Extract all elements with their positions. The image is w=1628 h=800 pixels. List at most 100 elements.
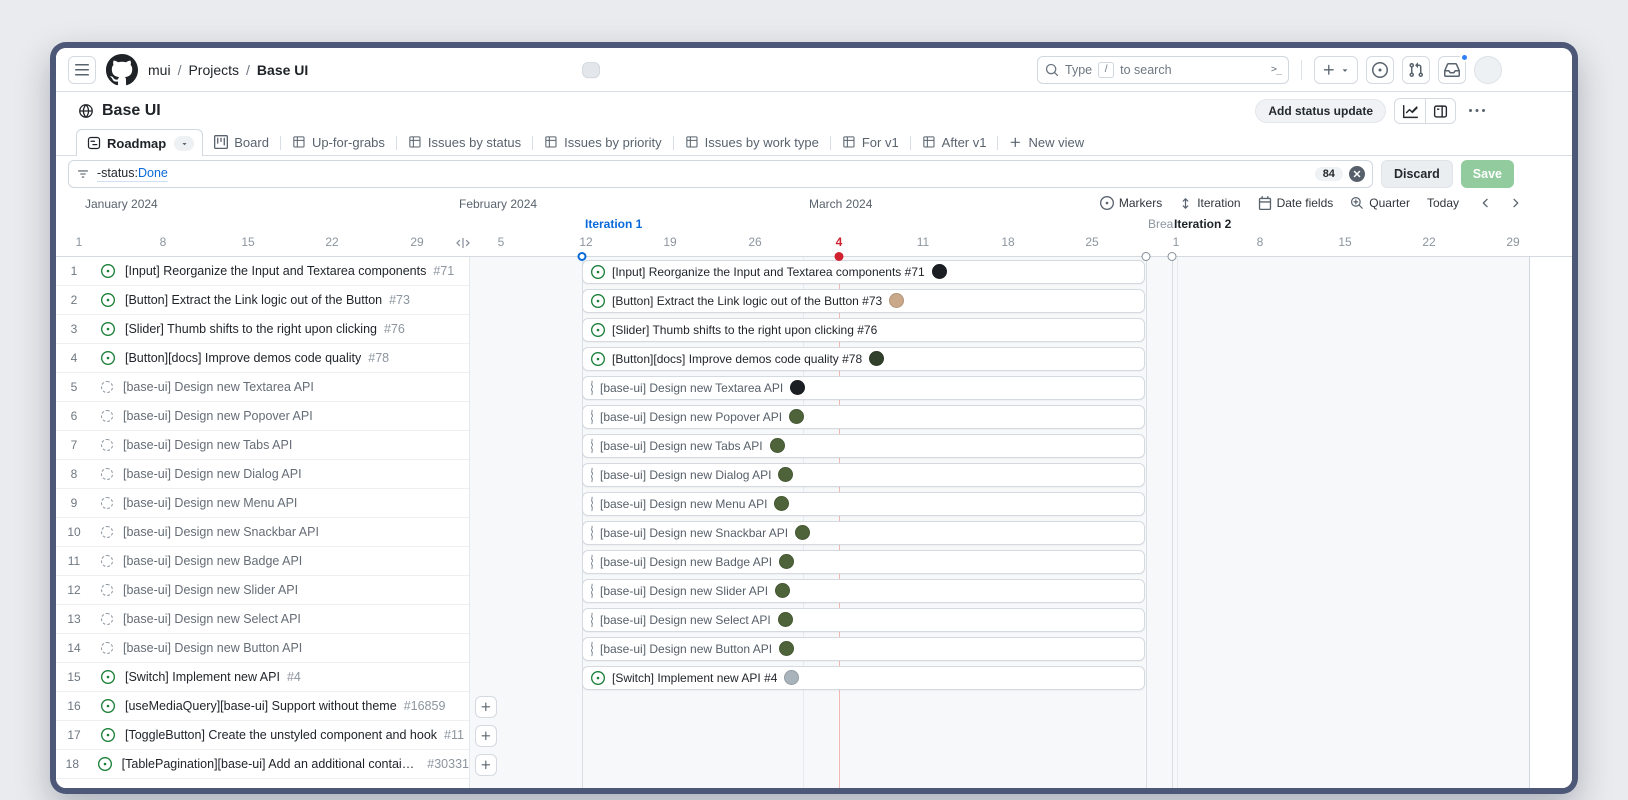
hamburger-icon xyxy=(74,62,90,78)
breadcrumb-org[interactable]: mui xyxy=(148,62,171,78)
markers-icon xyxy=(1100,196,1114,210)
timeline-bar[interactable]: [base-ui] Design new Button API xyxy=(582,637,1145,661)
user-avatar[interactable] xyxy=(1474,56,1502,84)
add-status-update-button[interactable]: Add status update xyxy=(1255,99,1386,123)
timeline-bar[interactable]: [base-ui] Design new Menu API xyxy=(582,492,1145,516)
filter-input[interactable]: -status:Done 84 xyxy=(68,160,1373,188)
github-logo[interactable] xyxy=(106,54,138,86)
issue-status-icon xyxy=(591,323,605,337)
tab-after-v1[interactable]: After v1 xyxy=(911,129,998,155)
insights-button[interactable] xyxy=(1395,99,1425,123)
breadcrumb-project-name[interactable]: Base UI xyxy=(257,62,308,78)
timeline-bar[interactable]: [base-ui] Design new Tabs API xyxy=(582,434,1145,458)
plus-icon xyxy=(480,701,492,713)
tab-for-v1[interactable]: For v1 xyxy=(831,129,910,155)
tab-roadmap[interactable]: Roadmap xyxy=(76,129,203,156)
scroll-right-button[interactable] xyxy=(1506,193,1526,213)
kebab-icon xyxy=(1469,103,1485,119)
timeline-bar[interactable]: [base-ui] Design new Dialog API xyxy=(582,463,1145,487)
iteration-field-button[interactable]: Iteration xyxy=(1179,196,1240,210)
issue-status-icon xyxy=(591,265,605,279)
tab-issues-by-work-type[interactable]: Issues by work type xyxy=(674,129,830,155)
avatar xyxy=(789,409,804,424)
tab-issues-by-status[interactable]: Issues by status xyxy=(397,129,532,155)
new-view-button[interactable]: New view xyxy=(998,129,1095,155)
timeline-bar[interactable]: [base-ui] Design new Textarea API xyxy=(582,376,1145,400)
timeline-pagination xyxy=(1476,193,1526,213)
issue-status-icon xyxy=(591,526,593,540)
project-menu-button[interactable] xyxy=(1464,99,1490,123)
date-tick: 29 xyxy=(1506,235,1519,249)
breadcrumb-projects[interactable]: Projects xyxy=(188,62,239,78)
discard-button[interactable]: Discard xyxy=(1381,160,1453,188)
issue-status-icon xyxy=(591,439,593,453)
view-tab-icon xyxy=(922,135,936,149)
timeline-bar[interactable]: [base-ui] Design new Popover API xyxy=(582,405,1145,429)
add-date-button[interactable] xyxy=(475,754,497,776)
pull-requests-button[interactable] xyxy=(1402,56,1430,84)
clear-filter-button[interactable] xyxy=(1349,166,1365,182)
calendar-icon xyxy=(1258,196,1272,210)
bar-label: [Switch] Implement new API #4 xyxy=(612,671,777,685)
breadcrumb-separator: / xyxy=(246,62,250,78)
today-button[interactable]: Today xyxy=(1427,196,1459,210)
search-placeholder-post: to search xyxy=(1120,63,1171,77)
add-date-button[interactable] xyxy=(475,725,497,747)
view-tab-icon xyxy=(544,135,558,149)
view-toggle-group xyxy=(1394,98,1456,124)
tab-issues-by-priority[interactable]: Issues by priority xyxy=(533,129,673,155)
bar-label: [Button][docs] Improve demos code qualit… xyxy=(612,352,862,366)
date-tick: 5 xyxy=(498,235,505,249)
date-tick: 12 xyxy=(579,235,592,249)
avatar xyxy=(889,293,904,308)
date-tick: 26 xyxy=(748,235,761,249)
markers-button[interactable]: Markers xyxy=(1100,196,1162,210)
command-palette-button[interactable]: >_ xyxy=(1271,64,1281,75)
avatar xyxy=(775,583,790,598)
tab-up-for-grabs[interactable]: Up-for-grabs xyxy=(281,129,396,155)
right-gutter xyxy=(1529,257,1572,788)
issues-button[interactable] xyxy=(1366,56,1394,84)
timeline-bar[interactable]: [base-ui] Design new Badge API xyxy=(582,550,1145,574)
avatar xyxy=(770,438,785,453)
issue-status-icon xyxy=(591,555,593,569)
side-panel-icon xyxy=(1433,104,1448,119)
today-date-tick: 4 xyxy=(836,235,843,249)
hamburger-menu-button[interactable] xyxy=(68,56,96,84)
side-panel-button[interactable] xyxy=(1425,99,1455,123)
bar-label: [base-ui] Design new Dialog API xyxy=(600,468,771,482)
date-tick: 8 xyxy=(160,235,167,249)
search-input[interactable]: Type / to search >_ xyxy=(1037,56,1289,84)
timeline-bar[interactable]: [base-ui] Design new Select API xyxy=(582,608,1145,632)
timeline-bar[interactable]: [Button][docs] Improve demos code qualit… xyxy=(582,347,1145,371)
graph-icon xyxy=(1403,104,1418,119)
create-new-button[interactable] xyxy=(1314,56,1358,84)
scroll-left-button[interactable] xyxy=(1476,193,1496,213)
notifications-button[interactable] xyxy=(1438,56,1466,84)
timeline-bar[interactable]: [Switch] Implement new API #4 xyxy=(582,666,1145,690)
timeline-bar[interactable]: [base-ui] Design new Snackbar API xyxy=(582,521,1145,545)
bar-label: [base-ui] Design new Popover API xyxy=(600,410,782,424)
save-button[interactable]: Save xyxy=(1461,160,1514,188)
month-label: January 2024 xyxy=(85,197,158,211)
git-pull-request-icon xyxy=(1408,62,1424,78)
date-fields-button[interactable]: Date fields xyxy=(1258,196,1334,210)
arrow-updown-icon xyxy=(1179,197,1192,210)
filter-query: -status:Done xyxy=(97,166,168,182)
timeline-bar[interactable]: [Input] Reorganize the Input and Textare… xyxy=(582,260,1145,284)
iteration-marker-dot xyxy=(1142,252,1151,261)
plus-icon xyxy=(1322,63,1336,77)
issue-status-icon xyxy=(591,584,593,598)
tab-board[interactable]: Board xyxy=(203,129,280,155)
timeline-bar[interactable]: [base-ui] Design new Slider API xyxy=(582,579,1145,603)
timeline-bar[interactable]: [Button] Extract the Link logic out of t… xyxy=(582,289,1145,313)
date-tick: 1 xyxy=(76,235,83,249)
date-tick: 29 xyxy=(410,235,423,249)
table-resize-handle[interactable] xyxy=(448,234,478,252)
bar-label: [base-ui] Design new Menu API xyxy=(600,497,767,511)
avatar xyxy=(774,496,789,511)
tab-options-button[interactable] xyxy=(174,136,194,151)
add-date-button[interactable] xyxy=(475,696,497,718)
zoom-level-button[interactable]: Quarter xyxy=(1350,196,1410,210)
timeline-bar[interactable]: [Slider] Thumb shifts to the right upon … xyxy=(582,318,1145,342)
